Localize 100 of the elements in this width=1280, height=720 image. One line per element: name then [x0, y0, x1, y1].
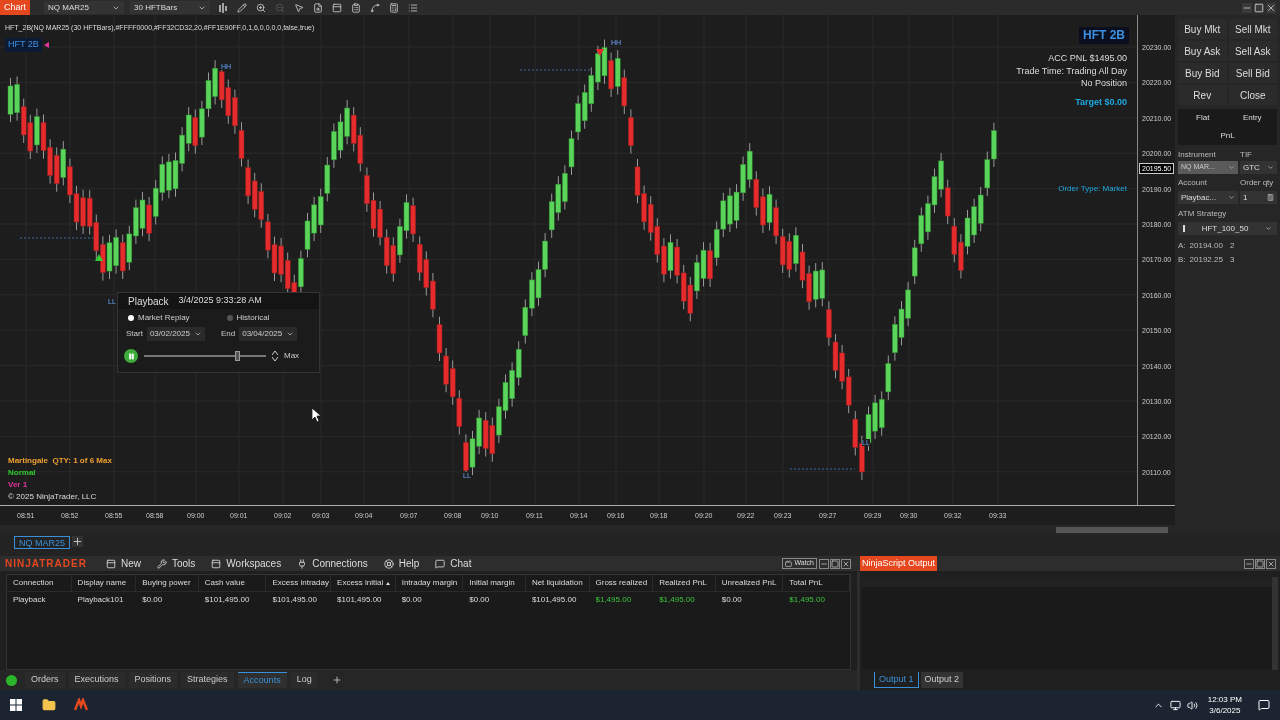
clock-date[interactable]: 3/6/2025: [1209, 705, 1241, 716]
dashed-level-line: [519, 69, 591, 71]
column-header[interactable]: Cash value: [198, 575, 267, 591]
column-header[interactable]: Connection: [7, 575, 72, 591]
order-button[interactable]: Buy Bid: [1178, 63, 1227, 83]
bar-type-dropdown[interactable]: 30 HFTBars: [130, 1, 210, 14]
close-icon[interactable]: [1266, 558, 1276, 569]
add-tab-icon[interactable]: [72, 536, 83, 547]
panel-icon[interactable]: [332, 2, 342, 13]
tab[interactable]: Accounts: [237, 672, 287, 688]
column-header[interactable]: Excess intraday: [266, 575, 332, 591]
order-button[interactable]: Sell Ask: [1228, 41, 1277, 61]
maximize-icon[interactable]: [1254, 2, 1264, 13]
mouse-cursor-icon: [312, 408, 321, 422]
panel-title: Playback: [128, 294, 169, 309]
column-header[interactable]: Excess initial: [331, 575, 396, 591]
pause-button[interactable]: [124, 349, 138, 363]
app-logo-icon[interactable]: [74, 698, 88, 712]
menu-item[interactable]: New: [105, 556, 141, 571]
column-header[interactable]: Buying power: [136, 575, 199, 591]
connection-status-icon: [6, 674, 17, 686]
volume-icon[interactable]: [1186, 699, 1198, 711]
clock-time[interactable]: 12:03 PM: [1207, 694, 1242, 705]
status-text: Martingale QTY: 1 of 6 Max: [8, 455, 112, 467]
status-text: Normal: [8, 467, 37, 479]
minimize-icon[interactable]: [1242, 2, 1252, 13]
column-header[interactable]: Unrealized PnL: [715, 575, 784, 591]
column-header[interactable]: Net liquidation: [525, 575, 590, 591]
quote-size: 2: [1229, 240, 1235, 252]
tab[interactable]: Output 2: [920, 672, 964, 688]
network-icon[interactable]: [1169, 699, 1181, 711]
calculator-icon[interactable]: [1267, 194, 1274, 201]
minimize-icon[interactable]: [819, 558, 829, 569]
tab[interactable]: Orders: [25, 672, 65, 688]
end-date-dropdown[interactable]: 03/04/2025: [239, 327, 298, 341]
window-icon: [105, 558, 116, 569]
document-icon[interactable]: [313, 2, 323, 13]
table-cell-text: $0.00: [141, 594, 164, 606]
column-header[interactable]: Realized PnL: [653, 575, 716, 591]
order-button[interactable]: Sell Mkt: [1228, 19, 1277, 39]
tif-dropdown[interactable]: GTC: [1240, 161, 1277, 174]
order-button[interactable]: Close: [1228, 85, 1277, 105]
chat-icon: [435, 558, 446, 569]
line-icon[interactable]: [370, 2, 380, 13]
instrument-dropdown[interactable]: NQ MAR25: [44, 1, 124, 14]
notifications-icon[interactable]: [1258, 699, 1270, 711]
menu-item[interactable]: Tools: [156, 556, 196, 571]
scrollbar[interactable]: [1056, 527, 1168, 533]
windows-logo-icon[interactable]: [10, 699, 22, 711]
radio-option[interactable]: Historical: [226, 312, 309, 324]
draw-icon[interactable]: [237, 2, 247, 13]
pointer-icon[interactable]: [294, 2, 304, 13]
list-icon[interactable]: [351, 2, 361, 13]
order-button[interactable]: Buy Ask: [1178, 41, 1227, 61]
caret-icon: [286, 330, 295, 338]
bars-icon[interactable]: [218, 2, 228, 13]
column-header[interactable]: Intraday margin: [395, 575, 464, 591]
menu-item[interactable]: Connections: [297, 556, 368, 571]
flat-button[interactable]: Flat: [1178, 109, 1228, 127]
speed-slider[interactable]: [144, 351, 266, 361]
quote-size: 3: [1229, 254, 1235, 266]
tab[interactable]: Output 1: [874, 672, 919, 688]
qty-field[interactable]: 1: [1240, 191, 1277, 204]
zoom-in-icon[interactable]: [256, 2, 266, 13]
tab[interactable]: Positions: [128, 672, 178, 688]
indicator-badge: HFT 2B: [5, 38, 42, 52]
spinner-icon[interactable]: [272, 350, 278, 362]
pnl-button[interactable]: PnL: [1178, 127, 1277, 145]
tab[interactable]: Log: [290, 672, 318, 688]
tab[interactable]: Strategies: [181, 672, 234, 688]
folder-icon[interactable]: [42, 698, 56, 712]
column-header[interactable]: Display name: [71, 575, 137, 591]
caret-icon: [1267, 164, 1274, 171]
order-button[interactable]: Rev: [1178, 85, 1227, 105]
maximize-icon[interactable]: [1255, 558, 1265, 569]
chart-tab[interactable]: NQ MAR25: [14, 536, 70, 549]
column-header[interactable]: Initial margin: [463, 575, 526, 591]
atm-dropdown[interactable]: HFT_100_50: [1178, 222, 1277, 235]
column-header[interactable]: Gross realized: [589, 575, 654, 591]
entry-button[interactable]: Entry: [1227, 109, 1277, 127]
menu-item[interactable]: Help: [383, 556, 420, 571]
scrollbar[interactable]: [1272, 577, 1278, 670]
start-date-dropdown[interactable]: 03/02/2025: [146, 327, 205, 341]
maximize-icon[interactable]: [830, 558, 840, 569]
order-button[interactable]: Buy Mkt: [1178, 19, 1227, 39]
menu-item[interactable]: Workspaces: [211, 556, 282, 571]
properties-icon[interactable]: [408, 2, 418, 13]
radio-option[interactable]: Market Replay: [128, 312, 211, 324]
dashed-level-line: [789, 468, 856, 470]
copyright-text: © 2025 NinjaTrader, LLC: [8, 491, 98, 503]
add-tab-icon[interactable]: [331, 675, 342, 685]
order-button[interactable]: Sell Bid: [1228, 63, 1277, 83]
close-icon[interactable]: [841, 558, 851, 569]
column-header[interactable]: Total PnL: [783, 575, 850, 591]
minimize-icon[interactable]: [1244, 558, 1254, 569]
tab[interactable]: Executions: [68, 672, 125, 688]
account-dropdown[interactable]: Playbac...: [1178, 191, 1238, 204]
close-icon[interactable]: [1266, 2, 1276, 13]
menu-item[interactable]: Chat: [435, 556, 472, 571]
calculator-icon[interactable]: [389, 2, 399, 13]
